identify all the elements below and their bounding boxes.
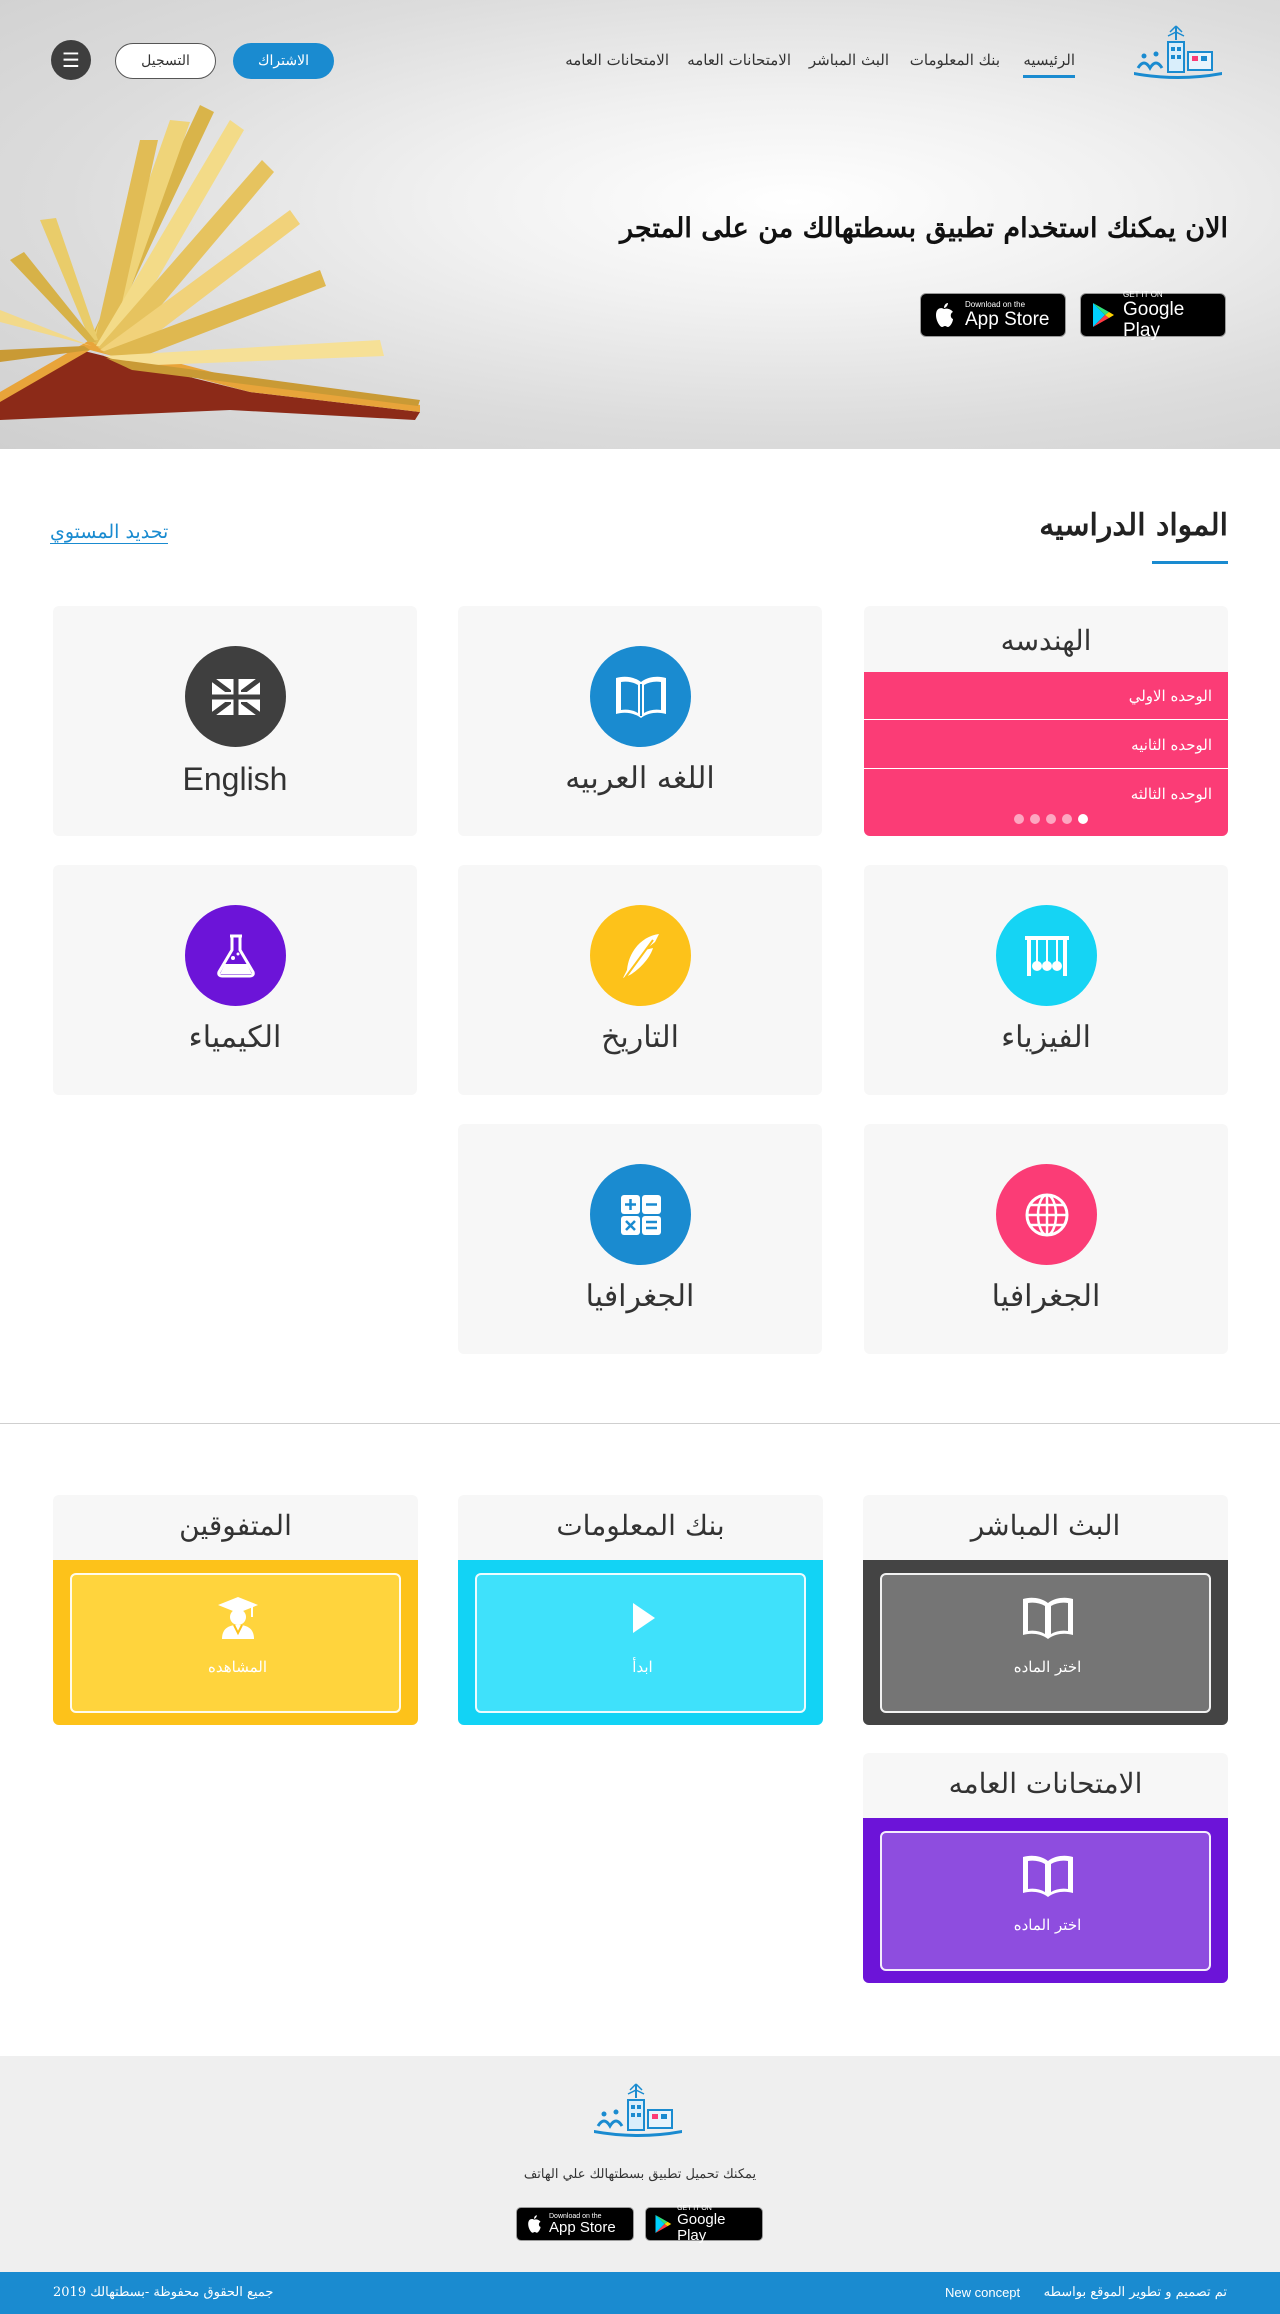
apple-icon (524, 2214, 544, 2234)
footer-google-play-badge[interactable]: GET IT ON Google Play (645, 2205, 763, 2244)
feature-card-title: بنك المعلومات (556, 1509, 725, 1542)
subject-card-math[interactable]: الجغرافيا (458, 1124, 822, 1354)
book-icon (882, 1595, 1213, 1641)
company-link[interactable]: New concept (945, 2285, 1020, 2300)
subject-card-english[interactable]: English (53, 606, 417, 836)
hamburger-menu-icon[interactable]: ☰ (51, 40, 91, 80)
play-icon (477, 1595, 808, 1641)
unit-item[interactable]: الوحده الثالثه (864, 770, 1228, 818)
section-divider (0, 1423, 1280, 1424)
feature-card-action[interactable]: المشاهده (70, 1573, 401, 1713)
app-store-badge[interactable]: Download on the App Store (920, 293, 1066, 337)
subject-card-arabic[interactable]: اللغه العربيه (458, 606, 822, 836)
app-store-big-text: App Store (965, 309, 1050, 330)
carousel-dot-active[interactable] (1078, 814, 1088, 824)
feature-card-body: ابدأ (458, 1560, 823, 1725)
feature-card-body: المشاهده (53, 1560, 418, 1725)
feather-icon (590, 905, 691, 1006)
footer: يمكنك تحميل تطبيق بسطتهالك علي الهاتف GE… (0, 2056, 1280, 2272)
copyright-text: جميع الحقوق محفوظة -بسطتهالك 2019 (53, 2285, 274, 2300)
subscribe-button[interactable]: الاشتراك (233, 43, 334, 79)
unit-item[interactable]: الوحده الثانيه (864, 721, 1228, 769)
globe-icon (996, 1164, 1097, 1265)
footer-logo[interactable] (590, 2080, 686, 2142)
feature-card-action[interactable]: ابدأ (475, 1573, 806, 1713)
google-play-badge[interactable]: GET IT ON Google Play (1080, 289, 1226, 341)
credit-text: تم تصميم و تطوير الموقع بواسطه (1043, 2285, 1227, 2300)
select-level-link[interactable]: تحديد المستوي (50, 521, 169, 544)
subject-label: اللغه العربيه (565, 761, 715, 796)
graduate-icon (72, 1595, 403, 1641)
feature-action-label: المشاهده (207, 1658, 267, 1676)
subjects-title: المواد الدراسيه (1039, 508, 1228, 543)
feature-card-exams[interactable]: الامتحانات العامه اختر الماده (863, 1753, 1228, 1983)
subject-label: الكيمياء (188, 1020, 282, 1055)
book-icon (882, 1853, 1213, 1899)
subject-label: التاريخ (601, 1020, 679, 1055)
google-play-big-text: Google Play (1123, 298, 1185, 341)
bottom-bar: جميع الحقوق محفوظة -بسطتهالك 2019 New co… (0, 2272, 1280, 2314)
carousel-dot[interactable] (1062, 814, 1072, 824)
subject-card-geometry[interactable]: الهندسه الوحده الاولي الوحده الثانيه الو… (864, 606, 1228, 836)
feature-action-label: اختر الماده (1013, 1658, 1082, 1676)
subject-label: الجغرافيا (585, 1279, 695, 1314)
carousel-dot[interactable] (1046, 814, 1056, 824)
carousel-dot[interactable] (1014, 814, 1024, 824)
site-logo[interactable] (1130, 22, 1226, 84)
flask-icon (185, 905, 286, 1006)
subject-label: الفيزياء (1001, 1020, 1091, 1055)
nav-exams-1[interactable]: الامتحانات العامه (687, 51, 791, 69)
subject-label: English (182, 761, 288, 797)
app-store-small-text: Download on the (965, 300, 1026, 309)
carousel-dots (1014, 814, 1088, 824)
feature-card-title: البث المباشر (970, 1509, 1121, 1542)
register-button[interactable]: التسجيل (115, 43, 216, 79)
feature-card-action[interactable]: اختر الماده (880, 1831, 1211, 1971)
app-store-big-text: App Store (549, 2218, 616, 2236)
google-play-icon (653, 2214, 672, 2234)
subject-card-physics[interactable]: الفيزياء (864, 865, 1228, 1095)
feature-card-body: اختر الماده (863, 1818, 1228, 1983)
feature-card-title: المتفوقين (179, 1509, 292, 1542)
unit-item[interactable]: الوحده الاولي (864, 672, 1228, 720)
subject-card-chemistry[interactable]: الكيمياء (53, 865, 417, 1095)
subject-card-title: الهندسه (1000, 624, 1092, 657)
footer-download-text: يمكنك تحميل تطبيق بسطتهالك علي الهاتف (523, 2167, 757, 2182)
nav-info-bank[interactable]: بنك المعلومات (910, 51, 1000, 69)
newtons-cradle-icon (996, 905, 1097, 1006)
footer-app-store-badge[interactable]: Download on the App Store (516, 2207, 634, 2241)
apple-icon (931, 302, 957, 328)
feature-card-action[interactable]: اختر الماده (880, 1573, 1211, 1713)
google-play-big-text: Google Play (677, 2210, 726, 2244)
feature-card-title: الامتحانات العامه (948, 1767, 1143, 1800)
nav-home[interactable]: الرئيسيه (1023, 51, 1075, 78)
feature-action-label: اختر الماده (1013, 1916, 1082, 1934)
book-icon (590, 646, 691, 747)
subject-card-history[interactable]: التاريخ (458, 865, 822, 1095)
subject-label: الجغرافيا (991, 1279, 1101, 1314)
subjects-title-underline (1152, 561, 1228, 564)
feature-card-live[interactable]: البث المباشر اختر الماده (863, 1495, 1228, 1725)
nav-live[interactable]: البث المباشر (809, 51, 889, 69)
nav-exams-2[interactable]: الامتحانات العامه (565, 51, 669, 69)
feature-card-body: اختر الماده (863, 1560, 1228, 1725)
hero-title: الان يمكنك استخدام تطبيق بسطتهالك من على… (620, 213, 1228, 244)
feature-card-info-bank[interactable]: بنك المعلومات ابدأ (458, 1495, 823, 1725)
subject-card-geography[interactable]: الجغرافيا (864, 1124, 1228, 1354)
page: الرئيسيه بنك المعلومات البث المباشر الام… (0, 0, 1280, 2314)
calculator-icon (590, 1164, 691, 1265)
open-book-image (0, 105, 420, 420)
units-list: الوحده الاولي الوحده الثانيه الوحده الثا… (864, 672, 1228, 836)
feature-action-label: ابدأ (632, 1658, 653, 1676)
google-play-icon (1091, 302, 1115, 328)
google-play-small-text: GET IT ON (1123, 289, 1163, 299)
carousel-dot[interactable] (1030, 814, 1040, 824)
uk-flag-icon (185, 646, 286, 747)
feature-card-top-students[interactable]: المتفوقين المشاهده (53, 1495, 418, 1725)
hero-section: الرئيسيه بنك المعلومات البث المباشر الام… (0, 0, 1280, 449)
